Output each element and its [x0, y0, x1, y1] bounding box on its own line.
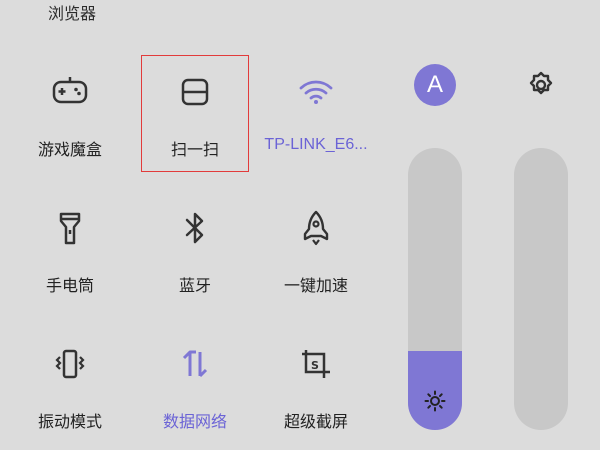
quick-settings-panel: 浏览器 游戏魔盒 扫一扫 TP-LINK_E6... 手电筒 蓝牙 一键加速 振… [0, 0, 600, 450]
tile-label: TP-LINK_E6... [264, 136, 368, 153]
tile-vibrate[interactable]: 振动模式 [16, 330, 124, 440]
data-arrows-icon [175, 344, 215, 384]
svg-text:S: S [311, 359, 319, 372]
tile-mobile-data[interactable]: 数据网络 [141, 330, 249, 440]
tile-screenshot[interactable]: S 超级截屏 [260, 330, 372, 440]
gamepad-icon [50, 72, 90, 112]
highlight-box [141, 55, 249, 172]
vibrate-icon [50, 344, 90, 384]
account-avatar[interactable]: A [414, 64, 456, 106]
tile-game-box[interactable]: 游戏魔盒 [16, 58, 124, 168]
tile-label: 振动模式 [37, 412, 102, 431]
tile-label: 蓝牙 [178, 276, 211, 295]
avatar-initial: A [426, 71, 443, 98]
tile-speed-boost[interactable]: 一键加速 [260, 194, 372, 304]
volume-slider[interactable] [514, 148, 568, 430]
brightness-slider[interactable] [408, 148, 462, 430]
wifi-icon [296, 72, 336, 112]
rocket-icon [296, 208, 336, 248]
browser-tile-label[interactable]: 浏览器 [48, 0, 96, 24]
gear-icon[interactable] [527, 71, 555, 99]
flashlight-icon [50, 208, 90, 248]
tile-bluetooth[interactable]: 蓝牙 [141, 194, 249, 304]
tile-label: 超级截屏 [283, 412, 348, 431]
bluetooth-icon [175, 208, 215, 248]
tile-label: 一键加速 [283, 276, 348, 295]
tile-wifi[interactable]: TP-LINK_E6... [260, 58, 372, 168]
tile-label: 手电筒 [45, 276, 94, 295]
tile-flashlight[interactable]: 手电筒 [16, 194, 124, 304]
tile-label: 游戏魔盒 [37, 140, 102, 159]
screenshot-icon: S [296, 344, 336, 384]
brightness-icon [424, 390, 446, 412]
tile-label: 数据网络 [162, 412, 227, 431]
